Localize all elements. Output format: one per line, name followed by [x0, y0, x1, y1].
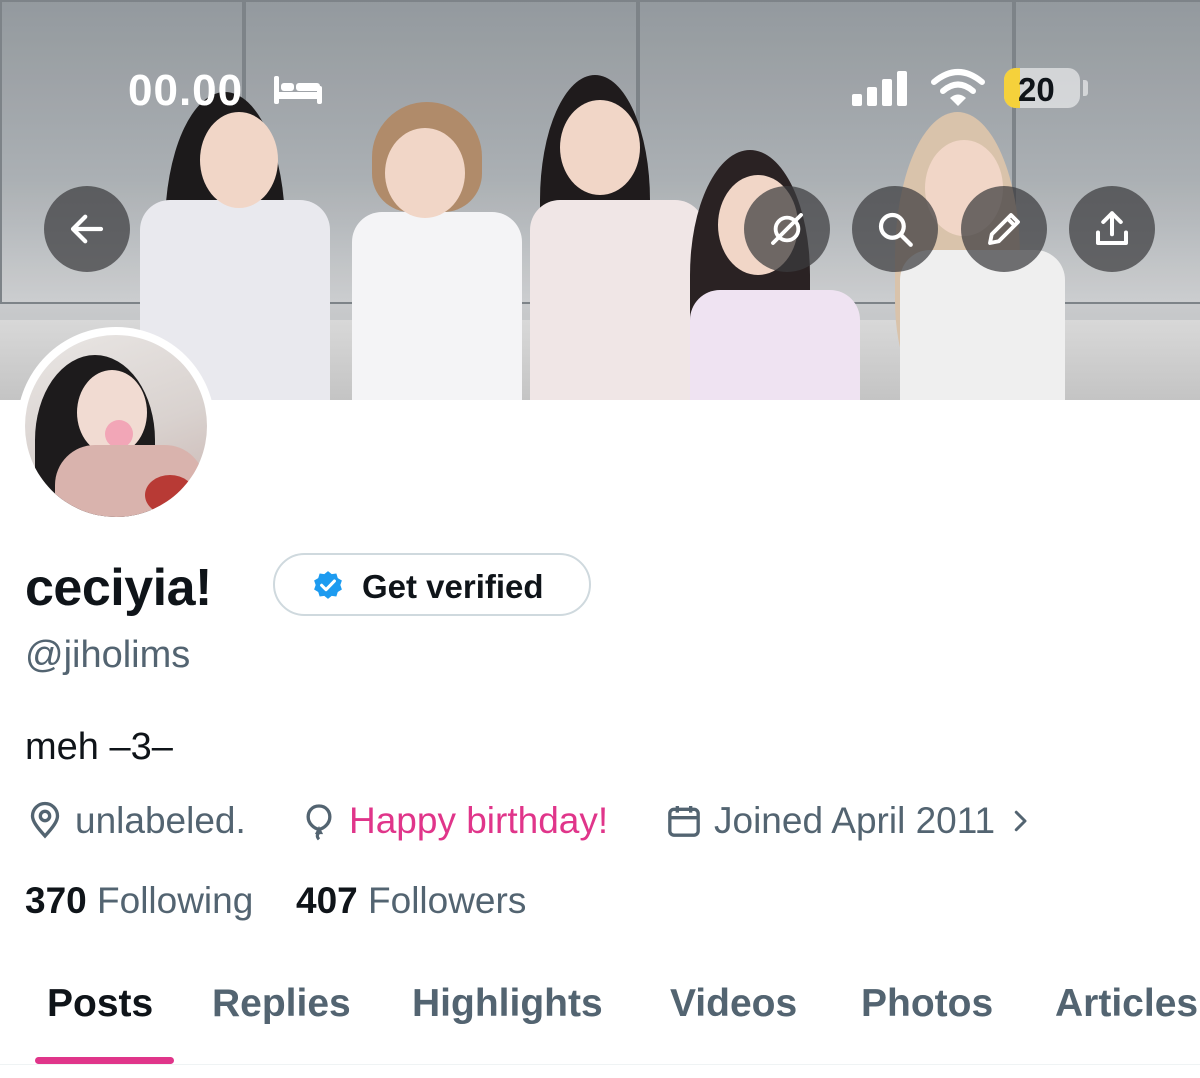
location-pin-icon — [30, 801, 60, 839]
display-name: ceciyia! — [25, 559, 212, 617]
battery-indicator: 20 — [1004, 68, 1080, 108]
joined-text: Joined April 2011 — [714, 800, 996, 841]
joined-date[interactable]: Joined April 2011 — [664, 798, 1035, 844]
wifi-icon — [931, 69, 985, 106]
followers-stat[interactable]: 407 Followers — [296, 880, 526, 922]
tab-replies[interactable]: Replies — [212, 982, 351, 1026]
edit-button[interactable] — [961, 186, 1047, 272]
tab-videos[interactable]: Videos — [670, 982, 797, 1026]
pencil-icon — [988, 213, 1020, 245]
grok-icon — [771, 213, 803, 245]
battery-level: 20 — [1018, 71, 1055, 108]
bed-icon — [274, 76, 322, 104]
following-stat[interactable]: 370 Following — [25, 880, 253, 922]
followers-label: Followers — [368, 880, 527, 921]
search-button[interactable] — [852, 186, 938, 272]
profile-tabs: Posts Replies Highlights Videos Photos A… — [0, 980, 1200, 1064]
tab-posts[interactable]: Posts — [47, 982, 153, 1026]
status-bar: 00.00 20 — [0, 60, 1200, 120]
search-icon — [878, 212, 913, 247]
get-verified-button[interactable]: Get verified — [273, 553, 591, 616]
tabs-divider — [0, 1064, 1200, 1065]
cellular-signal-icon — [852, 71, 907, 106]
location: unlabeled. — [25, 798, 246, 844]
following-label: Following — [97, 880, 254, 921]
share-icon — [1095, 211, 1129, 246]
tab-articles[interactable]: Articles — [1055, 982, 1198, 1026]
share-button[interactable] — [1069, 186, 1155, 272]
username-handle: @jiholims — [25, 634, 191, 676]
birthday: Happy birthday! — [299, 798, 608, 844]
tab-photos[interactable]: Photos — [861, 982, 993, 1026]
arrow-left-icon — [70, 214, 104, 244]
birthday-text: Happy birthday! — [349, 800, 609, 841]
balloon-icon — [306, 804, 332, 841]
followers-count: 407 — [296, 880, 358, 921]
tab-highlights[interactable]: Highlights — [412, 982, 603, 1026]
active-tab-indicator — [35, 1057, 174, 1064]
get-verified-label: Get verified — [362, 568, 544, 605]
verified-badge-icon — [314, 571, 342, 599]
avatar[interactable] — [17, 327, 215, 525]
bio-text: meh –3– — [25, 726, 173, 768]
calendar-icon — [668, 806, 700, 837]
chevron-right-icon — [1014, 810, 1027, 832]
following-count: 370 — [25, 880, 87, 921]
location-text: unlabeled. — [75, 800, 246, 841]
grok-button[interactable] — [744, 186, 830, 272]
back-button[interactable] — [44, 186, 130, 272]
status-time: 00.00 — [128, 66, 244, 115]
